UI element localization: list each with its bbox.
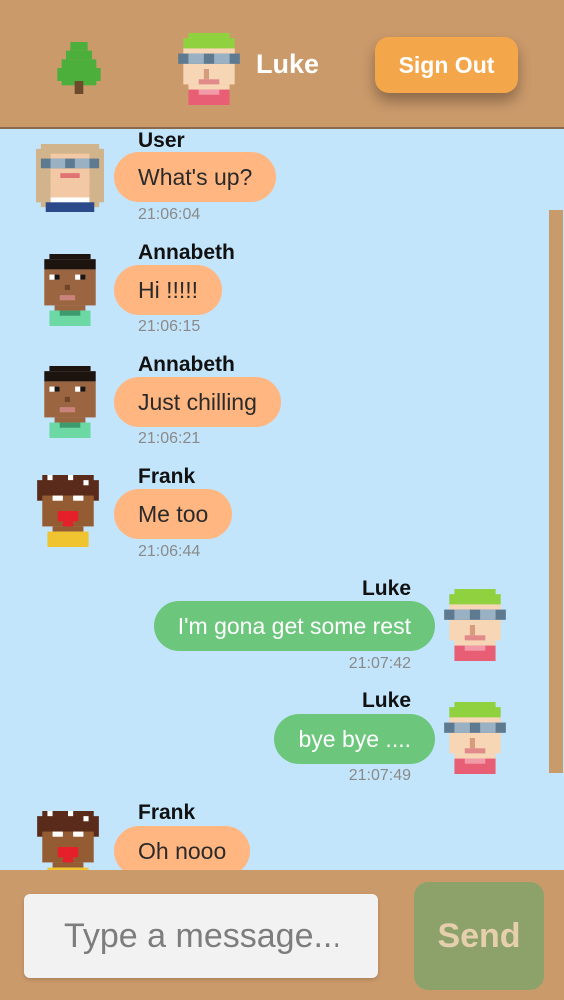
message-input[interactable] [24, 894, 378, 978]
message-composer: Send [0, 870, 564, 1000]
sign-out-button[interactable]: Sign Out [375, 37, 518, 93]
message-bubble: I'm gona get some rest [153, 601, 435, 651]
header-username: Luke [256, 49, 320, 79]
message-item: Luke bye bye .... 21:07:49 [0, 689, 548, 789]
scrollbar-thumb[interactable] [549, 210, 563, 773]
message-list[interactable]: User What's up? 21:06:04 Annabeth Hi !!!… [0, 129, 564, 870]
message-time: 21:07:49 [348, 767, 411, 784]
message-item: User What's up? 21:06:04 [0, 129, 548, 229]
annabeth-avatar-icon [36, 366, 104, 438]
message-time: 21:06:21 [138, 430, 201, 447]
message-bubble: Oh nooo [114, 826, 251, 870]
send-button[interactable]: Send [414, 882, 544, 990]
message-time: 21:06:44 [138, 543, 201, 560]
app-header: Luke Sign Out [0, 0, 564, 129]
user-avatar-icon [36, 142, 104, 214]
message-item: Annabeth Just chilling 21:06:21 [0, 353, 548, 453]
message-item: Annabeth Hi !!!!! 21:06:15 [0, 241, 548, 341]
luke-avatar-icon [444, 702, 506, 774]
message-sender: Annabeth [138, 241, 235, 264]
message-time: 21:06:04 [138, 206, 201, 223]
frank-avatar-icon [34, 811, 102, 870]
message-bubble: Hi !!!!! [114, 265, 223, 315]
message-sender: User [138, 129, 185, 152]
message-item: Frank Oh nooo [0, 801, 548, 870]
luke-avatar-icon [444, 589, 506, 661]
message-item: Frank Me too 21:06:44 [0, 465, 548, 565]
tree-icon [57, 42, 101, 94]
message-sender: Frank [138, 465, 196, 488]
message-bubble: Me too [114, 489, 233, 539]
annabeth-avatar-icon [36, 254, 104, 326]
message-time: 21:07:42 [348, 655, 411, 672]
message-sender: Luke [361, 689, 411, 712]
message-bubble: bye bye .... [274, 714, 435, 764]
message-bubble: What's up? [114, 152, 277, 202]
message-sender: Annabeth [138, 353, 235, 376]
frank-avatar-icon [34, 475, 102, 547]
luke-avatar-icon [178, 33, 240, 105]
message-bubble: Just chilling [114, 377, 281, 427]
message-item: Luke I'm gona get some rest 21:07:42 [0, 577, 548, 677]
message-sender: Luke [361, 577, 411, 600]
message-time: 21:06:15 [138, 318, 201, 335]
message-sender: Frank [138, 801, 196, 824]
